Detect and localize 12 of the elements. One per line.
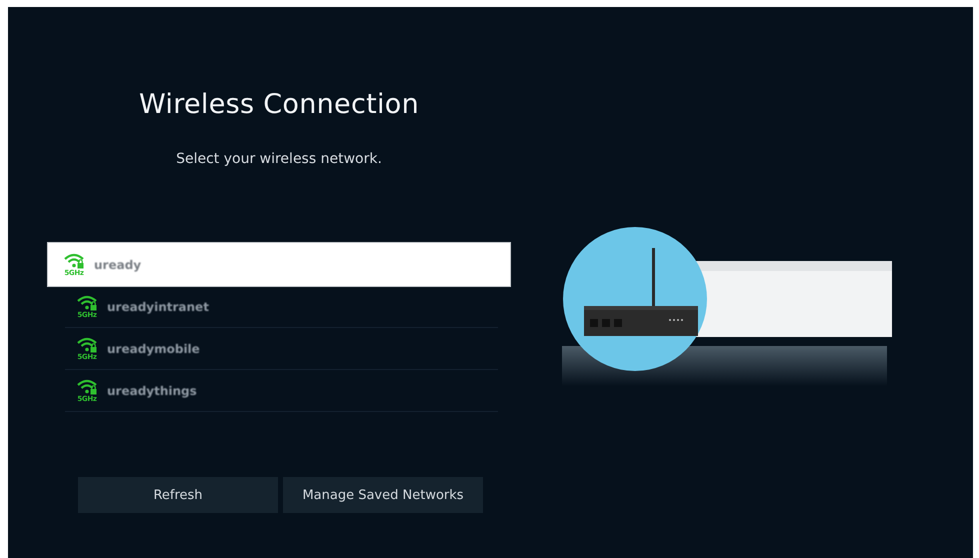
wifi-lock-icon xyxy=(76,294,98,310)
screen-title: Wireless Connection xyxy=(138,89,420,120)
network-name: uready xyxy=(94,258,142,272)
action-button[interactable]: Refresh xyxy=(78,477,278,513)
instruction-text: Select your wireless network. xyxy=(175,151,383,167)
action-button[interactable]: Manage Saved Networks xyxy=(283,477,483,513)
network-name: ureadyintranet xyxy=(107,300,209,314)
wifi-lock-icon xyxy=(63,252,85,268)
network-name: ureadymobile xyxy=(107,342,200,356)
wifi-lock-icon xyxy=(76,336,98,352)
network-name: ureadythings xyxy=(107,384,197,398)
wifi-lock-icon xyxy=(76,378,98,394)
